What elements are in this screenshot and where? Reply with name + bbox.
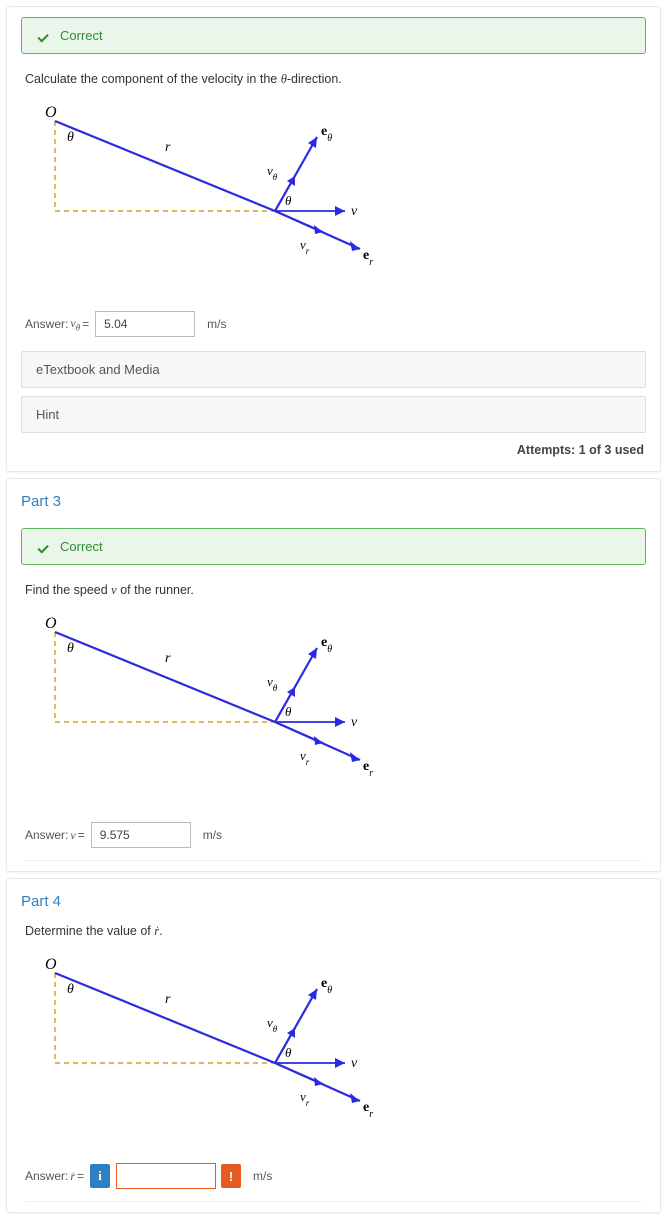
velocity-diagram: O θ r er vr v eθ vθ θ <box>25 953 385 1143</box>
svg-text:eθ: eθ <box>321 635 332 655</box>
answer-label: Answer: ṙ = <box>25 1169 84 1184</box>
svg-text:O: O <box>45 956 57 973</box>
answer-label: Answer: vθ = <box>25 316 89 332</box>
part-header: Part 4 <box>7 879 660 918</box>
answer-row: Answer: ṙ = i ! m/s <box>7 1153 660 1195</box>
answer-input[interactable] <box>95 311 195 337</box>
svg-text:r: r <box>165 140 171 155</box>
svg-text:vr: vr <box>300 237 310 256</box>
svg-text:er: er <box>363 759 373 779</box>
svg-text:vr: vr <box>300 748 310 767</box>
svg-text:vθ: vθ <box>267 163 278 182</box>
answer-row: Answer: vθ = m/s <box>7 301 660 343</box>
svg-text:θ: θ <box>285 1045 292 1060</box>
prompt-text: Calculate the component of the velocity … <box>7 66 660 91</box>
info-icon[interactable]: i <box>90 1164 110 1188</box>
velocity-diagram: O θ r er vr v eθ v <box>25 101 385 291</box>
answer-unit: m/s <box>253 1169 272 1183</box>
svg-text:eθ: eθ <box>321 124 332 144</box>
svg-text:vr: vr <box>300 1089 310 1108</box>
divider <box>25 1201 642 1202</box>
check-icon <box>36 29 50 43</box>
answer-input[interactable] <box>91 822 191 848</box>
svg-text:O: O <box>45 615 57 632</box>
correct-banner: Correct <box>21 17 646 54</box>
figure: O θ r er vr v eθ v <box>7 91 660 301</box>
part-4-panel: Part 4 Determine the value of ṙ. O θ r e… <box>6 878 661 1213</box>
check-icon <box>36 540 50 554</box>
svg-text:er: er <box>363 248 373 268</box>
figure: O θ r er vr v eθ vθ θ <box>7 943 660 1153</box>
answer-unit: m/s <box>207 317 226 331</box>
svg-text:er: er <box>363 1100 373 1120</box>
svg-text:vθ: vθ <box>267 674 278 693</box>
svg-text:θ: θ <box>67 641 74 656</box>
divider <box>25 860 642 861</box>
correct-banner: Correct <box>21 528 646 565</box>
svg-text:θ: θ <box>67 982 74 997</box>
answer-unit: m/s <box>203 828 222 842</box>
etextbook-media-button[interactable]: eTextbook and Media <box>21 351 646 388</box>
svg-text:θ: θ <box>285 193 292 208</box>
error-icon: ! <box>221 1164 241 1188</box>
svg-text:v: v <box>351 715 358 730</box>
svg-text:eθ: eθ <box>321 976 332 996</box>
prompt-text: Determine the value of ṙ. <box>7 918 660 943</box>
figure: O θ r er vr v eθ vθ θ <box>7 602 660 812</box>
answer-label: Answer: v = <box>25 828 85 843</box>
prompt-text: Find the speed v of the runner. <box>7 577 660 602</box>
svg-text:r: r <box>165 992 171 1007</box>
velocity-diagram: O θ r er vr v eθ vθ θ <box>25 612 385 802</box>
part-header: Part 3 <box>7 479 660 518</box>
svg-text:θ: θ <box>67 130 74 145</box>
attempts-text: Attempts: 1 of 3 used <box>7 433 660 461</box>
part-2-panel: Correct Calculate the component of the v… <box>6 6 661 472</box>
correct-text: Correct <box>60 28 103 43</box>
answer-input[interactable] <box>116 1163 216 1189</box>
svg-text:r: r <box>165 651 171 666</box>
part-3-panel: Part 3 Correct Find the speed v of the r… <box>6 478 661 872</box>
svg-text:θ: θ <box>285 704 292 719</box>
svg-text:O: O <box>45 104 57 121</box>
svg-text:vθ: vθ <box>267 1015 278 1034</box>
correct-text: Correct <box>60 539 103 554</box>
svg-text:v: v <box>351 204 358 219</box>
svg-text:v: v <box>351 1056 358 1071</box>
answer-row: Answer: v = m/s <box>7 812 660 854</box>
hint-button[interactable]: Hint <box>21 396 646 433</box>
